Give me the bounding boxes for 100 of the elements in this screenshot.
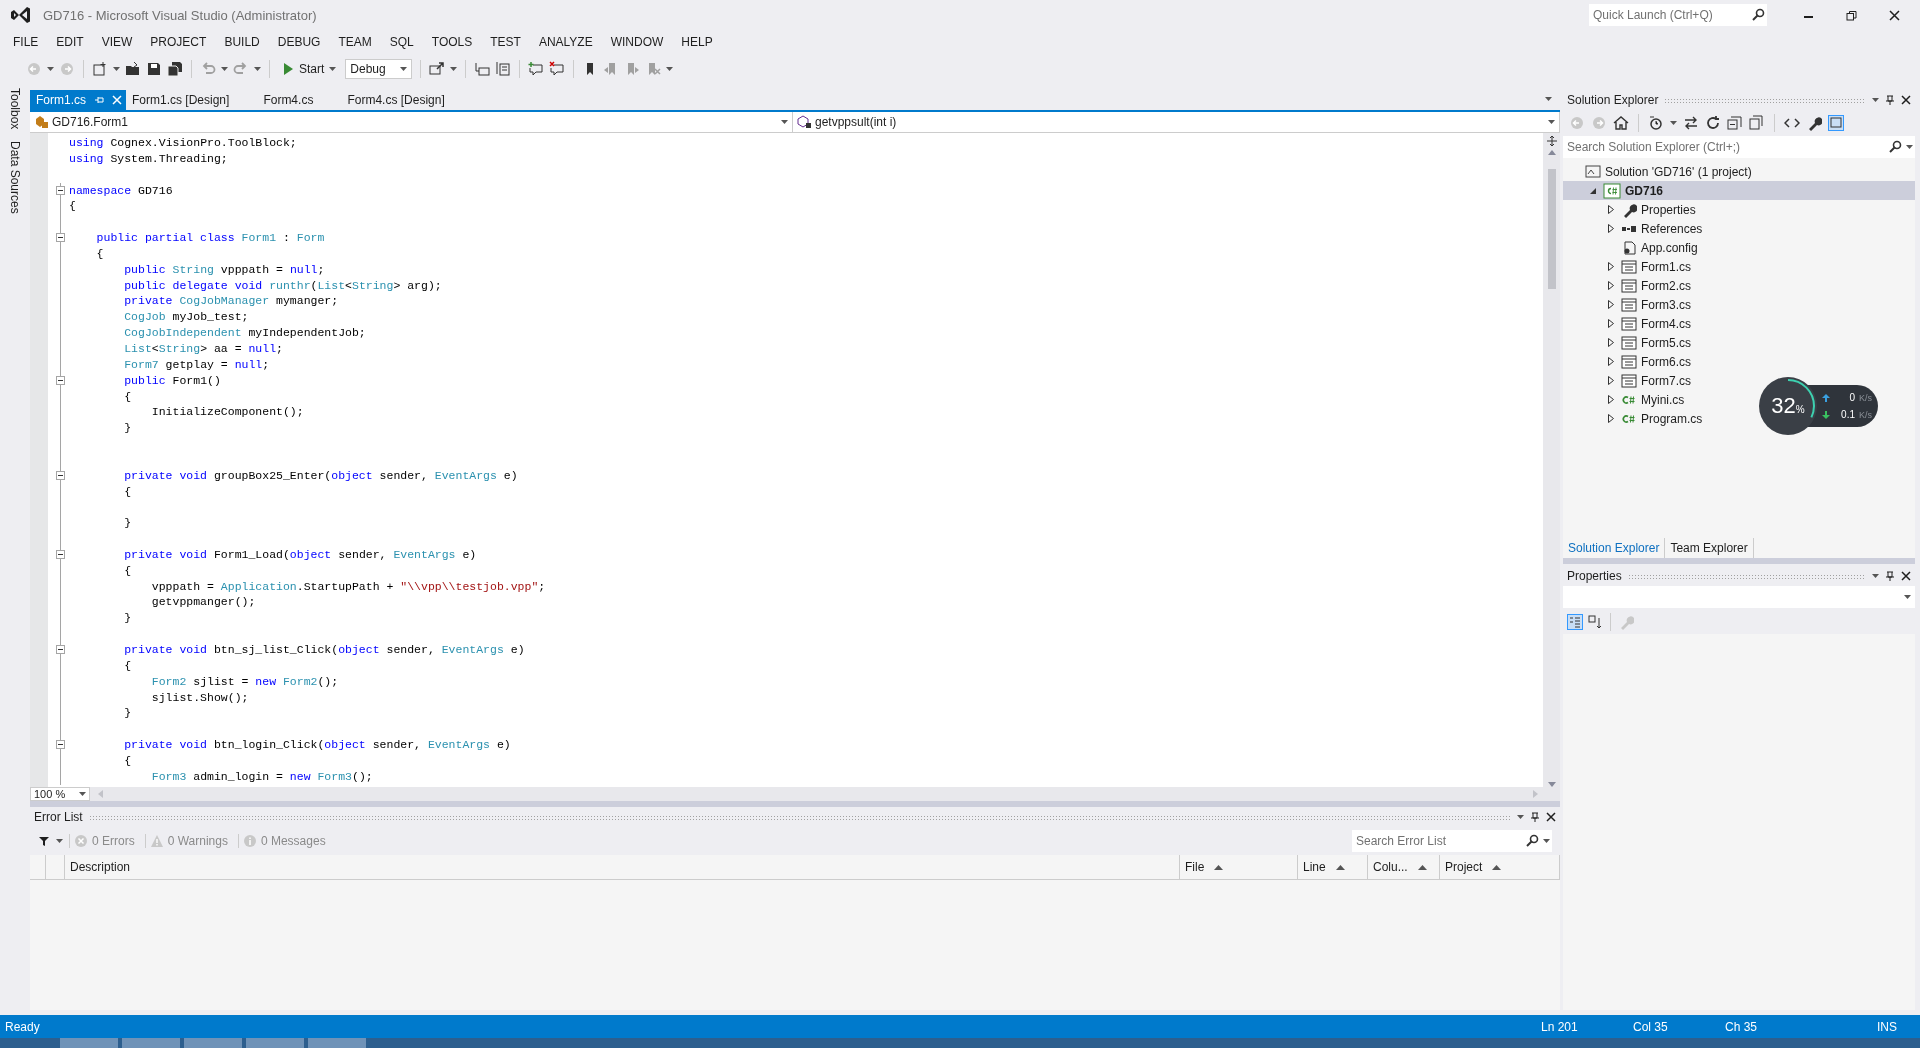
close-icon[interactable] (1546, 812, 1556, 822)
overflow-caret-icon[interactable] (665, 67, 673, 71)
search-icon[interactable] (1749, 4, 1767, 26)
close-icon[interactable] (1901, 571, 1911, 581)
collapsed-arrow-icon[interactable] (1607, 395, 1615, 404)
member-dropdown[interactable]: getvppsult(int i) (793, 112, 1560, 132)
tree-row[interactable]: Form7.cs (1563, 371, 1699, 390)
tab-overflow-icon[interactable] (1545, 97, 1552, 101)
dropdown-caret-icon[interactable] (254, 67, 261, 71)
preview-icon[interactable] (1828, 115, 1844, 131)
search-field[interactable]: Search Solution Explorer (Ctrl+;) (1563, 136, 1886, 158)
document-tab[interactable]: Form4.cs (257, 90, 342, 110)
collapsed-arrow-icon[interactable] (1607, 338, 1615, 347)
dropdown-caret-icon[interactable] (47, 67, 54, 71)
history-icon[interactable] (1648, 115, 1664, 131)
menu-item[interactable]: ANALYZE (529, 35, 602, 49)
alphabetical-icon[interactable] (1587, 614, 1603, 630)
column-header[interactable]: Project (1440, 855, 1560, 879)
collapse-all-icon[interactable] (1727, 115, 1743, 131)
dropdown-caret-icon[interactable] (221, 67, 228, 71)
collapsed-arrow-icon[interactable] (1607, 205, 1615, 214)
configuration-dropdown[interactable]: Debug (345, 59, 412, 79)
dropdown-caret-icon[interactable] (1904, 136, 1915, 158)
home-icon[interactable] (1613, 115, 1629, 131)
close-button[interactable] (1889, 9, 1900, 21)
split-handle-icon[interactable] (1546, 136, 1557, 146)
scroll-up-icon[interactable] (1547, 150, 1556, 155)
tree-row[interactable]: Solution 'GD716' (1 project) (1563, 162, 1760, 181)
search-field[interactable]: Search Error List (1352, 830, 1523, 852)
tree-row[interactable]: Form6.cs (1563, 352, 1699, 371)
collapsed-arrow-icon[interactable] (1607, 224, 1615, 233)
window-menu-icon[interactable] (1517, 815, 1524, 819)
close-icon[interactable] (1901, 95, 1911, 105)
collapsed-arrow-icon[interactable] (1607, 319, 1615, 328)
open-folder-icon[interactable] (125, 61, 141, 77)
type-dropdown[interactable]: GD716.Form1 (30, 112, 793, 132)
refresh-icon[interactable] (1705, 115, 1721, 131)
dropdown-caret-icon[interactable] (79, 792, 86, 796)
dropdown-caret-icon[interactable] (399, 67, 407, 71)
document-tab[interactable]: Form1.cs [Design] (126, 90, 258, 110)
tree-row[interactable]: Program.cs (1563, 409, 1711, 428)
pin-icon[interactable] (1530, 811, 1540, 823)
zoom-dropdown[interactable]: 100 % (30, 787, 90, 801)
dropdown-caret-icon[interactable] (329, 67, 337, 71)
collapsed-arrow-icon[interactable] (1607, 376, 1615, 385)
menu-item[interactable]: WINDOW (601, 35, 673, 49)
menu-item[interactable]: HELP (672, 35, 722, 49)
collapse-toggle[interactable] (56, 645, 65, 654)
dropdown-caret-icon[interactable] (113, 67, 120, 71)
scrollbar-thumb[interactable] (1547, 169, 1556, 289)
overflow-caret-icon[interactable] (449, 67, 457, 71)
document-list-icon[interactable] (494, 61, 511, 77)
side-tab[interactable]: Data Sources (8, 141, 22, 215)
categorized-icon[interactable] (1567, 614, 1583, 630)
menu-item[interactable]: TEAM (329, 35, 381, 49)
window-menu-icon[interactable] (1872, 98, 1879, 102)
dropdown-caret-icon[interactable] (781, 120, 788, 124)
new-project-icon[interactable] (92, 61, 108, 77)
step-icon[interactable] (473, 61, 490, 77)
collapsed-arrow-icon[interactable] (1607, 414, 1615, 423)
tree-row[interactable]: Form5.cs (1563, 333, 1699, 352)
menu-item[interactable]: TEST (481, 35, 530, 49)
quick-launch-field[interactable]: Quick Launch (Ctrl+Q) (1589, 4, 1749, 26)
remove-comment-icon[interactable] (548, 61, 565, 77)
sync-icon[interactable] (1683, 115, 1699, 131)
menu-item[interactable]: TOOLS (422, 35, 482, 49)
dropdown-caret-icon[interactable] (1904, 595, 1911, 599)
pin-icon[interactable] (1885, 94, 1895, 106)
column-header[interactable]: File (1180, 855, 1298, 879)
tree-row[interactable]: App.config (1563, 238, 1706, 257)
collapse-toggle[interactable] (56, 740, 65, 750)
collapse-toggle[interactable] (56, 470, 65, 480)
tree-row[interactable]: GD716 (1563, 181, 1915, 200)
dropdown-caret-icon[interactable] (1548, 120, 1555, 124)
attach-icon[interactable] (428, 61, 445, 77)
add-comment-icon[interactable] (527, 61, 544, 77)
collapsed-arrow-icon[interactable] (1607, 281, 1615, 290)
panel-tab[interactable]: Solution Explorer (1563, 538, 1666, 558)
document-tab[interactable]: Form4.cs [Design] (341, 90, 473, 110)
column-header[interactable]: Line (1298, 855, 1368, 879)
menu-item[interactable]: PROJECT (141, 35, 216, 49)
copy-icon[interactable] (1749, 115, 1765, 131)
filter-icon[interactable] (38, 835, 50, 847)
menu-item[interactable]: BUILD (215, 35, 269, 49)
dropdown-caret-icon[interactable] (1670, 121, 1677, 125)
window-menu-icon[interactable] (1872, 574, 1879, 578)
collapsed-arrow-icon[interactable] (1607, 300, 1615, 309)
expanded-arrow-icon[interactable] (1589, 186, 1597, 195)
column-header[interactable]: Description (65, 855, 1180, 879)
panel-tab[interactable]: Team Explorer (1665, 538, 1754, 558)
menu-item[interactable]: DEBUG (268, 35, 330, 49)
tree-row[interactable]: Form2.cs (1563, 276, 1699, 295)
collapse-toggle[interactable] (56, 549, 65, 559)
side-tab[interactable]: Toolbox (8, 88, 22, 130)
save-icon[interactable] (146, 61, 162, 77)
menu-item[interactable]: EDIT (47, 35, 93, 49)
tree-row[interactable]: Myini.cs (1563, 390, 1693, 409)
collapse-toggle[interactable] (56, 185, 65, 195)
tree-row[interactable]: References (1563, 219, 1711, 238)
column-header[interactable]: Colu... (1368, 855, 1440, 879)
